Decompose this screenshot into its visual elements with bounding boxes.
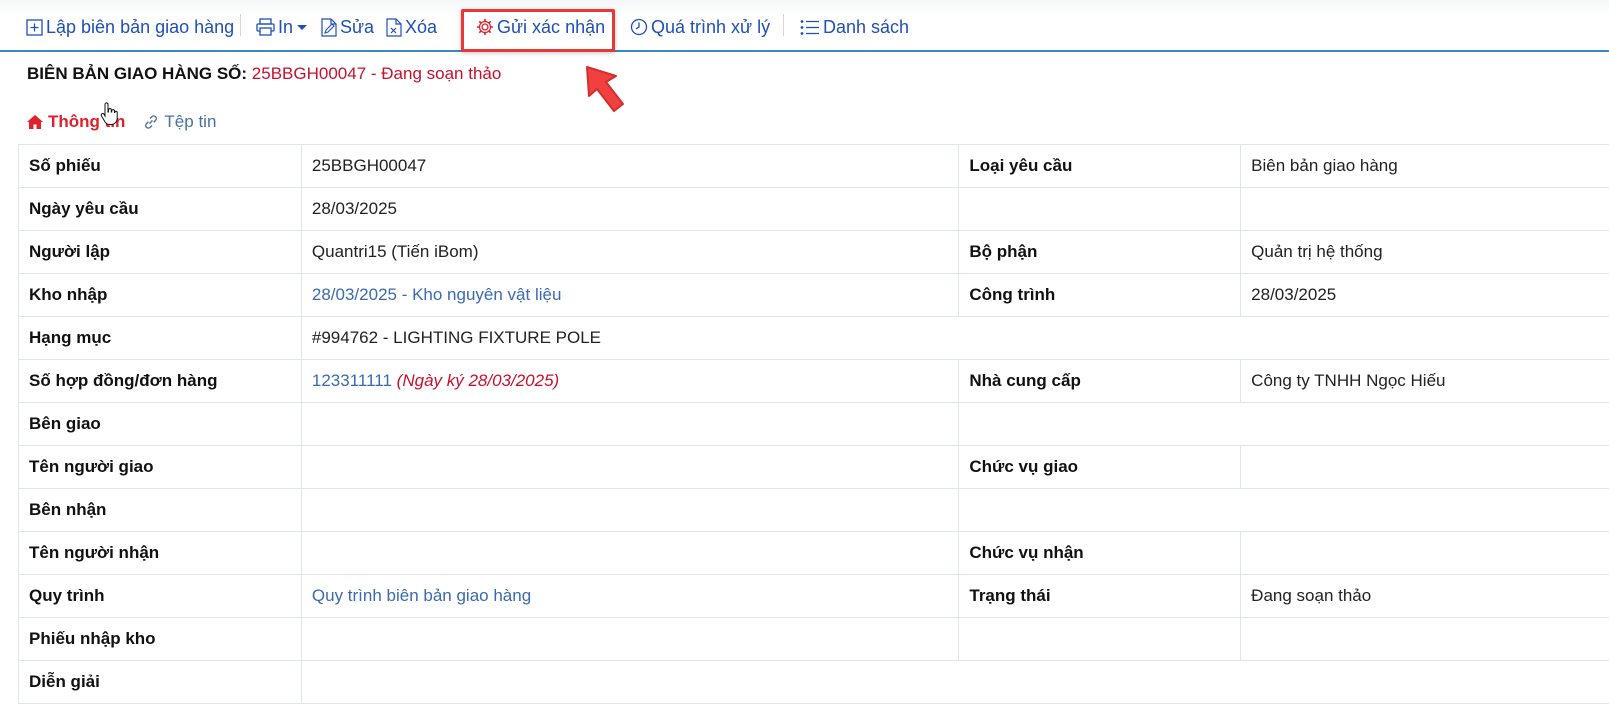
field-label: Phiếu nhập kho (18, 617, 302, 661)
field-label: Số hợp đồng/đơn hàng (18, 359, 302, 403)
warehouse-link[interactable]: 28/03/2025 - Kho nguyên vật liệu (312, 285, 562, 304)
delete-button[interactable]: Xóa (386, 14, 437, 40)
field-label: Ngày yêu cầu (18, 187, 302, 231)
field-value: 28/03/2025 (1240, 273, 1609, 317)
highlight-box (461, 9, 615, 52)
field-value-cell: 28/03/2025 - Kho nguyên vật liệu (300, 273, 960, 317)
field-value: #994762 - LIGHTING FIXTURE POLE (300, 316, 1609, 360)
field-label: Bên giao (18, 402, 302, 446)
field-value: Biên bản giao hàng (1240, 144, 1609, 188)
printer-icon (256, 18, 275, 36)
edit-button[interactable]: Sửa (321, 14, 374, 40)
table-row: Ngày yêu cầu 28/03/2025 (18, 187, 1609, 231)
field-label: Công trình (958, 273, 1242, 317)
tab-files[interactable]: Tệp tin (143, 112, 216, 132)
table-row: Số phiếu 25BBGH00047 Loại yêu cầu Biên b… (18, 144, 1609, 188)
field-label: Tên người giao (18, 445, 302, 489)
field-label: Kho nhập (18, 273, 302, 317)
table-row: Người lập Quantri15 (Tiến iBom) Bộ phận … (18, 230, 1609, 274)
empty-cell (1240, 187, 1609, 231)
title-value: 25BBGH00047 - Đang soạn thảo (251, 64, 502, 83)
details-table: Số phiếu 25BBGH00047 Loại yêu cầu Biên b… (18, 144, 1609, 704)
field-label: Hạng mục (18, 316, 302, 360)
process-history-label: Quá trình xử lý (651, 16, 771, 37)
table-row: Quy trình Quy trình biên bản giao hàng T… (18, 574, 1609, 618)
list-icon (800, 19, 819, 35)
table-row: Diễn giải (18, 660, 1609, 704)
toolbar-divider (240, 14, 241, 36)
home-icon (27, 115, 43, 129)
process-history-button[interactable]: Quá trình xử lý (630, 14, 770, 40)
table-row: Bên giao (18, 402, 1609, 446)
hand-cursor-icon (100, 102, 118, 125)
table-row: Hạng mục #994762 - LIGHTING FIXTURE POLE (18, 316, 1609, 360)
table-row: Bên nhận (18, 488, 1609, 532)
toolbar: Lập biên bản giao hàng In Sửa Xóa Gửi xá… (0, 0, 1609, 52)
field-value-cell: Quy trình biên bản giao hàng (300, 574, 960, 618)
field-label: Chức vụ giao (958, 445, 1242, 489)
edit-label: Sửa (340, 16, 375, 37)
delete-label: Xóa (405, 16, 438, 37)
empty-cell (1240, 617, 1609, 661)
red-arrow-icon (586, 66, 624, 112)
field-value: 25BBGH00047 (300, 144, 960, 188)
field-value (1240, 445, 1609, 489)
field-value: 28/03/2025 (300, 187, 960, 231)
field-value (300, 617, 960, 661)
field-value (1240, 531, 1609, 575)
toolbar-divider (783, 14, 784, 36)
empty-cell (958, 402, 1609, 446)
field-label: Bên nhận (18, 488, 302, 532)
field-label: Số phiếu (18, 144, 302, 188)
table-row: Số hợp đồng/đơn hàng 123311111 (Ngày ký … (18, 359, 1609, 403)
field-label: Người lập (18, 230, 302, 274)
contract-link[interactable]: 123311111 (312, 371, 392, 390)
field-value: Quản trị hệ thống (1240, 230, 1609, 274)
field-label: Quy trình (18, 574, 302, 618)
field-label: Diễn giải (18, 660, 302, 704)
caret-down-icon (297, 25, 308, 30)
link-icon (145, 115, 158, 129)
field-label: Nhà cung cấp (958, 359, 1242, 403)
field-value (300, 402, 960, 446)
field-value (300, 660, 1609, 704)
create-delivery-button[interactable]: Lập biên bản giao hàng (26, 14, 234, 40)
list-label: Danh sách (823, 16, 910, 37)
print-label: In (278, 16, 294, 37)
create-delivery-label: Lập biên bản giao hàng (46, 16, 235, 37)
field-value (300, 488, 960, 532)
field-value: Công ty TNHH Ngọc Hiếu (1240, 359, 1609, 403)
contract-sign-date: (Ngày ký 28/03/2025) (396, 371, 560, 390)
table-row: Tên người giao Chức vụ giao (18, 445, 1609, 489)
page-title: BIÊN BẢN GIAO HÀNG SỐ: 25BBGH00047 - Đan… (27, 64, 501, 84)
field-label: Bộ phận (958, 230, 1242, 274)
table-row: Phiếu nhập kho (18, 617, 1609, 661)
field-label: Trạng thái (958, 574, 1242, 618)
plus-square-icon (26, 18, 43, 36)
table-row: Kho nhập 28/03/2025 - Kho nguyên vật liệ… (18, 273, 1609, 317)
title-label: BIÊN BẢN GIAO HÀNG SỐ: (27, 64, 248, 83)
print-button[interactable]: In (256, 14, 311, 40)
field-value-cell: 123311111 (Ngày ký 28/03/2025) (300, 359, 960, 403)
field-value (300, 445, 960, 489)
empty-cell (958, 617, 1242, 661)
list-button[interactable]: Danh sách (800, 14, 909, 40)
workflow-link[interactable]: Quy trình biên bản giao hàng (312, 586, 531, 605)
edit-doc-icon (321, 17, 337, 37)
delete-doc-icon (386, 17, 402, 37)
status-value: Đang soạn thảo (1240, 574, 1609, 618)
table-row: Tên người nhận Chức vụ nhận (18, 531, 1609, 575)
field-label: Chức vụ nhận (958, 531, 1242, 575)
field-value (300, 531, 960, 575)
empty-cell (958, 488, 1609, 532)
field-label: Tên người nhận (18, 531, 302, 575)
tab-bar: Thông tin Tệp tin (27, 109, 234, 135)
field-label: Loại yêu cầu (958, 144, 1242, 188)
tab-files-label: Tệp tin (164, 112, 217, 131)
empty-cell (958, 187, 1242, 231)
field-value: Quantri15 (Tiến iBom) (300, 230, 960, 274)
clock-icon (630, 18, 648, 36)
